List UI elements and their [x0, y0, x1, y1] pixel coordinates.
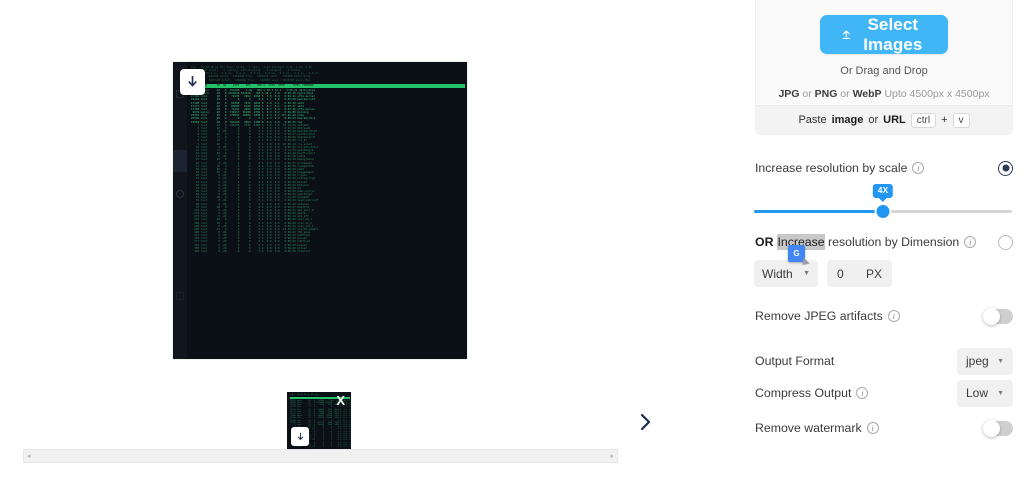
select-images-label: Select Images	[863, 14, 923, 54]
terminal-content: top - 10:19:18 up 101 days, 13:54, 1 use…	[187, 62, 467, 359]
paste-sep: or	[868, 114, 879, 126]
formats-limit: Upto 4500px x 4500px	[881, 88, 990, 100]
toggle-remove-jpeg-artifacts[interactable]	[983, 307, 1013, 325]
chevron-down-icon: ▼	[997, 357, 1004, 365]
upload-card: Select Images Or Drag and Drop JPG or PN…	[755, 0, 1013, 135]
upscaler-app: top - 10:19:18 up 101 days, 13:54, 1 use…	[0, 0, 1024, 502]
thumbnail-close-button[interactable]: X	[336, 394, 345, 407]
main-preview-image[interactable]: top - 10:19:18 up 101 days, 13:54, 1 use…	[173, 62, 467, 359]
info-icon[interactable]: i	[887, 310, 900, 322]
paste-url-word: URL	[883, 114, 906, 126]
output-format-value: jpeg	[966, 354, 989, 368]
horizontal-scrollbar[interactable]: ◂ ▸	[23, 449, 618, 463]
upload-icon	[842, 29, 850, 39]
dimension-value: 0	[837, 266, 844, 281]
slider-thumb[interactable]	[876, 205, 890, 218]
jpeg-artifacts-label-wrap: Remove JPEG artifacts i	[755, 309, 900, 323]
thumbnail-strip: top - 10:19:18 up 101 days 15411 nginx 2…	[0, 392, 744, 452]
preview-area: top - 10:19:18 up 101 days, 13:54, 1 use…	[0, 0, 744, 502]
radio-increase-by-scale[interactable]	[998, 160, 1013, 176]
terminal-process-rows: 15411 nginx 20 0 754400 1.9g 906 S 40.5 …	[191, 89, 465, 253]
translate-g-glyph: G	[793, 249, 800, 258]
download-button[interactable]	[180, 69, 205, 95]
dimension-label-rest: resolution by Dimension	[824, 235, 960, 249]
format-png: PNG	[814, 88, 838, 100]
terminal-column-header: PID USER PR NI VIRT RES SHR S %CPU %MEM …	[191, 83, 465, 88]
thumbnail-item[interactable]: top - 10:19:18 up 101 days 15411 nginx 2…	[287, 392, 351, 450]
key-plus: +	[941, 114, 948, 126]
info-icon[interactable]: i	[964, 236, 977, 248]
scroll-left-arrow-icon[interactable]: ◂	[27, 453, 31, 460]
google-translate-icon[interactable]: G	[788, 245, 805, 262]
chevron-down-icon: ▼	[997, 389, 1004, 397]
watermark-label: Remove watermark	[755, 421, 862, 435]
toggle-remove-watermark[interactable]	[983, 419, 1013, 437]
compress-label: Compress Output	[755, 386, 852, 400]
slider-fill	[754, 210, 883, 213]
output-format-label: Output Format	[755, 354, 835, 368]
scale-slider[interactable]: 4X	[754, 184, 1012, 218]
scroll-right-arrow-icon[interactable]: ▸	[610, 453, 614, 460]
dimension-type-value: Width	[762, 266, 793, 281]
slider-value-tooltip: 4X	[872, 184, 894, 199]
formats-sep1: or	[799, 88, 815, 100]
download-arrow-icon	[188, 76, 197, 87]
dimension-inputs: Width ▼ 0 PX	[754, 260, 892, 287]
scale-setting-row: Increase resolution by scale i	[755, 155, 1013, 181]
format-jpg: JPG	[778, 88, 800, 100]
info-icon[interactable]: i	[912, 162, 925, 174]
terminal-process-row: 392 root 0 -20 0 0 0 S 0.0 0.0 0:00.00 x…	[191, 249, 311, 253]
settings-panel: Select Images Or Drag and Drop JPG or PN…	[744, 0, 1024, 502]
thumbnail-line: 14 root 0 -20 0 0 0 S 0.0 0.0 0:05.00 ne…	[293, 446, 351, 449]
jpeg-artifacts-label: Remove JPEG artifacts	[755, 309, 883, 323]
output-format-label-wrap: Output Format	[755, 354, 834, 368]
thumbnail-download-button[interactable]	[291, 427, 309, 446]
terminal-line: MiB Swap: 2097140 total, 1348400 free, 5…	[191, 78, 311, 82]
chevron-right-icon	[640, 413, 650, 431]
info-icon[interactable]: i	[866, 422, 879, 434]
output-format-select[interactable]: jpeg ▼	[957, 347, 1013, 375]
compress-output-select[interactable]: Low ▼	[957, 379, 1013, 407]
terminal-sidebar	[173, 62, 187, 359]
formats-sep2: or	[837, 88, 853, 100]
scale-label: Increase resolution by scale	[755, 161, 908, 175]
compress-label-wrap: Compress Output i	[755, 386, 869, 400]
supported-formats-text: JPG or PNG or WebP Upto 4500px x 4500px	[756, 88, 1012, 100]
compress-output-row: Compress Output i Low ▼	[755, 379, 1013, 407]
compress-value: Low	[966, 386, 989, 400]
download-arrow-icon	[297, 432, 303, 440]
next-image-button[interactable]	[634, 410, 656, 434]
remove-watermark-row: Remove watermark i	[755, 415, 1013, 441]
chevron-down-icon: ▼	[803, 270, 810, 277]
paste-prefix: Paste	[798, 114, 827, 126]
jpeg-artifacts-row: Remove JPEG artifacts i	[755, 303, 1013, 329]
select-images-button[interactable]: Select Images	[820, 15, 948, 54]
watermark-label-wrap: Remove watermark i	[755, 421, 879, 435]
dimension-unit: PX	[865, 266, 882, 281]
info-icon[interactable]: i	[856, 387, 869, 399]
dimension-value-input[interactable]: 0 PX	[827, 260, 892, 287]
dimension-or-word: OR	[755, 235, 774, 249]
key-ctrl: ctrl	[910, 112, 937, 128]
terminal-header-lines: top - 10:19:18 up 101 days, 13:54, 1 use…	[191, 66, 465, 82]
output-format-row: Output Format jpeg ▼	[755, 347, 1013, 375]
key-v: v	[952, 112, 970, 128]
drag-drop-text: Or Drag and Drop	[840, 65, 928, 77]
radio-increase-by-dimension[interactable]	[998, 234, 1013, 250]
scale-label-wrap: Increase resolution by scale i	[755, 161, 925, 175]
paste-image-word: image	[831, 114, 864, 126]
paste-row[interactable]: Paste image or URL ctrl + v	[756, 105, 1012, 134]
format-webp: WebP	[852, 88, 882, 100]
